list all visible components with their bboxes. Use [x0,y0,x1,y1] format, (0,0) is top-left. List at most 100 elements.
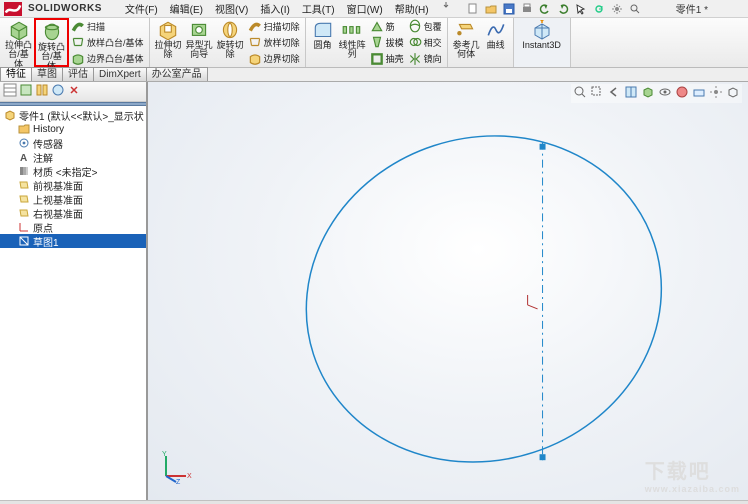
wrap-button[interactable]: 包覆 [408,19,442,34]
fillet-button[interactable]: 圆角 [309,18,337,67]
tree-top-plane[interactable]: 上视基准面 [0,192,146,206]
tree-front-plane[interactable]: 前视基准面 [0,178,146,192]
cut-loft-icon [248,35,262,49]
fm-tab-config-icon[interactable] [35,83,49,100]
tree-sensors[interactable]: 传感器 [0,136,146,150]
qat-select-icon[interactable] [574,2,588,16]
cut-sweep-button[interactable]: 扫描切除 [248,19,300,34]
menu-pin-icon[interactable] [436,0,456,17]
tree-right-plane[interactable]: 右视基准面 [0,206,146,220]
watermark: 下载吧 www.xiazaiba.com [645,455,740,494]
menu-view[interactable]: 视图(V) [210,0,253,17]
hole-wizard-icon [188,20,210,40]
menu-insert[interactable]: 插入(I) [255,0,294,17]
cut-extrude-button[interactable]: 拉伸切 除 [153,18,184,67]
qat-redo-icon[interactable] [556,2,570,16]
cut-extrude-icon [157,20,179,40]
cut-revolve-button[interactable]: 旋转切 除 [215,18,246,67]
fm-tab-tree-icon[interactable] [3,83,17,100]
graphics-viewport[interactable]: Y X Z 下载吧 www.xiazaiba.com [148,82,748,500]
ribbon: 拉伸凸 台/基 体 旋转凸 台/基 体 扫描 放样凸台/基体 边界凸台/基体 拉… [0,18,748,68]
tree-history[interactable]: History [0,122,146,136]
sensors-icon [18,137,30,149]
tab-dimxpert[interactable]: DimXpert [93,67,147,81]
loft-boss-button[interactable]: 放样凸台/基体 [71,35,144,50]
ribbon-group-cut: 拉伸切 除 异型孔 向导 旋转切 除 扫描切除 放样切除 边界切除 [150,18,306,67]
feature-manager-panel: 零件1 (默认<<默认>_显示状 History 传感器 A注解 材质 <未指定… [0,82,148,500]
menu-tools[interactable]: 工具(T) [297,0,340,17]
qat-save-icon[interactable] [502,2,516,16]
cut-sweep-icon [248,19,262,33]
mirror-icon [408,52,422,66]
material-icon [18,165,30,177]
tree-sketch1[interactable]: 草图1 [0,234,146,248]
annotations-icon: A [18,151,30,163]
tab-evaluate[interactable]: 评估 [62,67,94,81]
boundary-boss-button[interactable]: 边界凸台/基体 [71,51,144,66]
fm-tab-display-icon[interactable] [51,83,65,100]
fm-tab-property-icon[interactable] [19,83,33,100]
mirror-button[interactable]: 镜向 [408,51,442,66]
ribbon-group-instant3d: Instant3D [514,18,571,67]
plane-icon [18,207,30,219]
rib-button[interactable]: 筋 [370,19,404,34]
qat-undo-icon[interactable] [538,2,552,16]
status-bar [0,500,748,504]
reference-geometry-button[interactable]: 参考几 何体 [451,18,482,67]
plane-icon [18,193,30,205]
svg-text:Z: Z [176,479,181,484]
sweep-boss-button[interactable]: 扫描 [71,19,144,34]
extrude-icon [8,20,30,40]
menu-help[interactable]: 帮助(H) [390,0,434,17]
intersect-button[interactable]: 相交 [408,35,442,50]
command-manager-tabs: 特征 草图 评估 DimXpert 办公室产品 [0,68,748,82]
svg-text:A: A [20,153,27,163]
cut-boundary-icon [248,52,262,66]
qat-open-icon[interactable] [484,2,498,16]
cut-loft-button[interactable]: 放样切除 [248,35,300,50]
history-icon [18,123,30,135]
svg-text:Y: Y [162,451,167,458]
curves-button[interactable]: 曲线 [482,18,510,67]
triad-icon: Y X Z [158,448,194,484]
qat-search-icon[interactable] [628,2,642,16]
tab-office[interactable]: 办公室产品 [146,67,208,81]
intersect-icon [408,35,422,49]
refgeom-icon [455,20,477,40]
hole-wizard-button[interactable]: 异型孔 向导 [184,18,215,67]
qat-rebuild-icon[interactable] [592,2,606,16]
app-logo [4,2,22,16]
tab-features[interactable]: 特征 [0,67,32,81]
revolve-icon [41,22,63,42]
cut-boundary-button[interactable]: 边界切除 [248,51,300,66]
fillet-icon [312,20,334,40]
qat-new-icon[interactable] [466,2,480,16]
tree-material[interactable]: 材质 <未指定> [0,164,146,178]
feature-tree: 零件1 (默认<<默认>_显示状 History 传感器 A注解 材质 <未指定… [0,106,146,500]
draft-button[interactable]: 拔模 [370,35,404,50]
pattern-icon [341,20,363,40]
qat-options-icon[interactable] [610,2,624,16]
menu-window[interactable]: 窗口(W) [342,0,388,17]
extrude-boss-button[interactable]: 拉伸凸 台/基 体 [3,18,34,67]
document-title: 零件1 * [676,1,708,16]
fm-tab-hide-icon[interactable] [67,83,81,100]
shell-icon [370,52,384,66]
instant3d-button[interactable]: Instant3D [517,18,567,67]
linear-pattern-button[interactable]: 线性阵 列 [337,18,368,67]
tree-annotations[interactable]: A注解 [0,150,146,164]
tab-sketch[interactable]: 草图 [31,67,63,81]
tree-origin[interactable]: 原点 [0,220,146,234]
qat-print-icon[interactable] [520,2,534,16]
shell-button[interactable]: 抽壳 [370,51,404,66]
revolve-boss-button[interactable]: 旋转凸 台/基 体 [34,18,69,67]
curves-icon [485,20,507,40]
menu-edit[interactable]: 编辑(E) [165,0,208,17]
part-icon [4,109,16,121]
app-name: SOLIDWORKS [28,3,102,14]
menu-file[interactable]: 文件(F) [120,0,163,17]
rib-icon [370,19,384,33]
origin-icon [18,221,30,233]
tree-root[interactable]: 零件1 (默认<<默认>_显示状 [0,108,146,122]
sketch-graphics [148,82,748,500]
